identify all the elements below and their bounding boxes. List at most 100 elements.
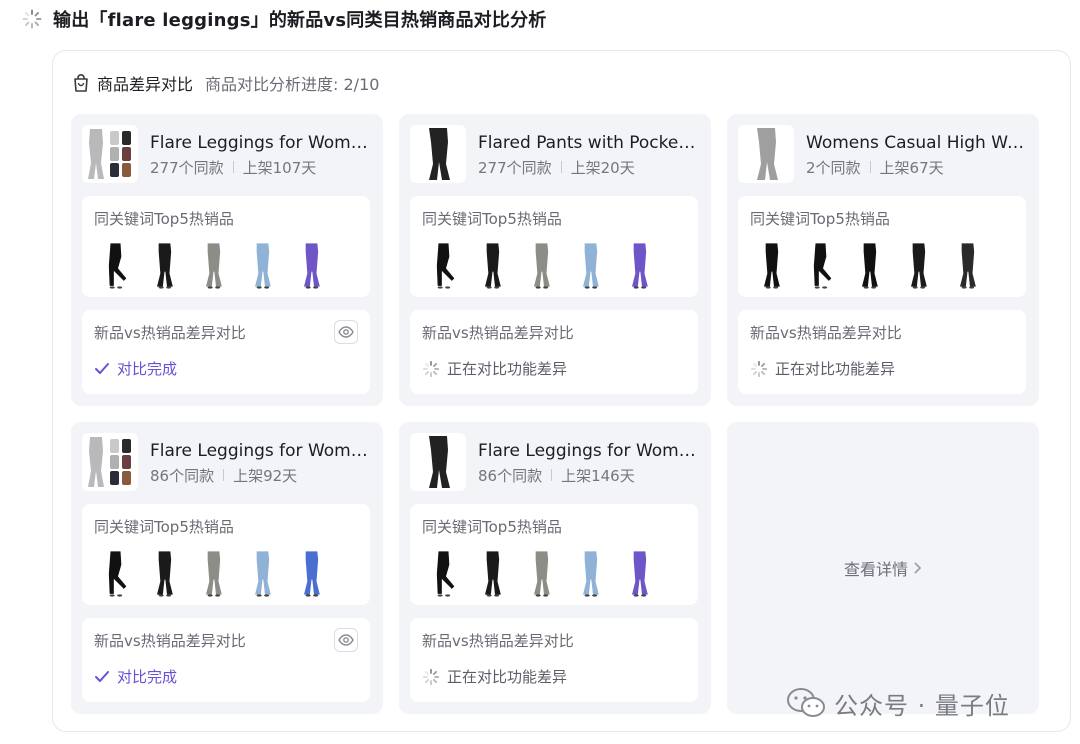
comparison-status: 对比完成 <box>94 358 177 379</box>
comparison-section-title: 新品vs热销品差异对比 <box>94 632 246 650</box>
wechat-icon <box>787 688 825 717</box>
product-summary: Flared Pants with Pockets for Women 277个… <box>410 124 701 184</box>
bestseller-thumbnail[interactable] <box>618 548 661 598</box>
loading-spinner-icon <box>422 360 440 377</box>
product-card[interactable]: Flare Leggings for Women Bootcut Yoga Pa… <box>71 422 383 714</box>
comparison-section: 新品vs热销品差异对比 对比完成 <box>82 310 370 394</box>
bestseller-thumbnail[interactable] <box>848 240 891 290</box>
meta-divider <box>560 161 562 173</box>
comparison-status-text: 对比完成 <box>117 668 178 686</box>
product-name[interactable]: Flare Leggings for Women Crossover High … <box>478 439 701 463</box>
bestseller-thumbnail[interactable] <box>422 240 465 290</box>
product-card[interactable]: Womens Casual High Waisted Flare Pants 2… <box>727 114 1039 406</box>
comparison-section: 新品vs热销品差异对比 对比完成 <box>82 618 370 702</box>
task-header: 输出「flare leggings」的新品vs同类目热销商品对比分析 <box>22 6 546 32</box>
view-comparison-button[interactable] <box>334 320 358 344</box>
view-comparison-button[interactable] <box>334 628 358 652</box>
bestseller-thumbnail[interactable] <box>241 240 284 290</box>
days-listed: 上架20天 <box>570 158 635 177</box>
meta-divider <box>232 161 234 173</box>
product-meta: 2个同款 上架67天 <box>806 157 1029 178</box>
bestseller-thumbnails <box>94 240 333 290</box>
panel-header: 商品差异对比 商品对比分析进度: 2/10 <box>71 71 379 95</box>
details-card[interactable]: 查看详情 <box>727 422 1039 714</box>
bestseller-thumbnail[interactable] <box>94 548 137 598</box>
product-name[interactable]: Flared Pants with Pockets for Women <box>478 131 701 155</box>
comparison-section-title: 新品vs热销品差异对比 <box>422 324 574 342</box>
comparison-section-title: 新品vs热销品差异对比 <box>422 632 574 650</box>
bestseller-thumbnail[interactable] <box>143 548 186 598</box>
product-meta: 86个同款 上架92天 <box>150 465 373 486</box>
bestseller-thumbnails <box>750 240 989 290</box>
bestseller-thumbnail[interactable] <box>618 240 661 290</box>
days-listed: 上架146天 <box>561 466 635 485</box>
product-thumbnail[interactable] <box>410 433 466 491</box>
watermark: 公众号 · 量子位 <box>786 684 1010 722</box>
product-name[interactable]: Flare Leggings for Women Bootcut Yoga Pa… <box>150 439 373 463</box>
product-meta: 277个同款 上架107天 <box>150 157 373 178</box>
bestseller-thumbnail[interactable] <box>897 240 940 290</box>
product-name[interactable]: Womens Casual High Waisted Flare Pants <box>806 131 1029 155</box>
product-card[interactable]: Flared Pants with Pockets for Women 277个… <box>399 114 711 406</box>
product-summary: Flare Leggings for Women Crossover High … <box>410 432 701 492</box>
view-details-link[interactable]: 查看详情 <box>844 556 922 580</box>
comparison-section: 新品vs热销品差异对比 正在对比功能差异 <box>410 618 698 702</box>
panel-title: 商品差异对比 <box>97 75 194 94</box>
bestseller-thumbnail[interactable] <box>192 240 235 290</box>
bestseller-thumbnail[interactable] <box>471 240 514 290</box>
bestseller-thumbnail[interactable] <box>94 240 137 290</box>
same-style-count: 277个同款 <box>478 158 552 177</box>
product-name[interactable]: Flare Leggings for Women High Waisted Yo… <box>150 131 373 155</box>
check-icon <box>95 362 109 374</box>
task-title: 输出「flare leggings」的新品vs同类目热销商品对比分析 <box>53 10 547 31</box>
analysis-progress: 商品对比分析进度: 2/10 <box>205 75 380 94</box>
comparison-status-text: 正在对比功能差异 <box>447 360 568 378</box>
days-listed: 上架107天 <box>242 158 317 177</box>
product-thumbnail[interactable] <box>82 125 138 183</box>
bestseller-thumbnail[interactable] <box>569 240 612 290</box>
bestseller-thumbnails <box>422 548 661 598</box>
comparison-section-title: 新品vs热销品差异对比 <box>94 324 246 342</box>
bestseller-thumbnail[interactable] <box>520 548 563 598</box>
comparison-status: 正在对比功能差异 <box>422 666 567 687</box>
bestseller-thumbnail[interactable] <box>569 548 612 598</box>
comparison-section: 新品vs热销品差异对比 正在对比功能差异 <box>410 310 698 394</box>
eye-icon <box>338 634 354 646</box>
comparison-status-text: 正在对比功能差异 <box>447 668 568 686</box>
days-listed: 上架67天 <box>879 158 944 177</box>
bestseller-thumbnail[interactable] <box>946 240 989 290</box>
comparison-status: 对比完成 <box>94 666 177 687</box>
shopping-bag-icon <box>74 74 88 92</box>
product-card[interactable]: Flare Leggings for Women High Waisted Yo… <box>71 114 383 406</box>
bestseller-thumbnail[interactable] <box>422 548 465 598</box>
bestseller-thumbnail[interactable] <box>143 240 186 290</box>
product-thumbnail[interactable] <box>82 433 138 491</box>
meta-divider <box>869 161 871 173</box>
days-listed: 上架92天 <box>233 466 298 485</box>
bestseller-thumbnail[interactable] <box>799 240 842 290</box>
bestseller-thumbnail[interactable] <box>520 240 563 290</box>
product-thumbnail[interactable] <box>738 125 794 183</box>
meta-divider <box>223 469 225 481</box>
bestseller-thumbnail[interactable] <box>241 548 284 598</box>
bestseller-thumbnail[interactable] <box>290 548 333 598</box>
bestseller-thumbnail[interactable] <box>471 548 514 598</box>
comparison-status: 正在对比功能差异 <box>750 358 895 379</box>
same-style-count: 2个同款 <box>806 158 861 177</box>
view-details-label: 查看详情 <box>843 560 908 579</box>
product-meta: 86个同款 上架146天 <box>478 465 701 486</box>
loading-spinner-icon <box>422 668 440 685</box>
keyword-top5-section: 同关键词Top5热销品 <box>410 504 698 605</box>
chevron-right-icon <box>914 562 922 574</box>
product-meta: 277个同款 上架20天 <box>478 157 701 178</box>
product-card[interactable]: Flare Leggings for Women Crossover High … <box>399 422 711 714</box>
bestseller-thumbnail[interactable] <box>750 240 793 290</box>
comparison-panel: 商品差异对比 商品对比分析进度: 2/10 Flare Leggings for… <box>52 50 1071 732</box>
keyword-top5-section: 同关键词Top5热销品 <box>410 196 698 297</box>
bestseller-thumbnail[interactable] <box>192 548 235 598</box>
comparison-status-text: 对比完成 <box>117 360 178 378</box>
product-thumbnail[interactable] <box>410 125 466 183</box>
bestseller-thumbnail[interactable] <box>290 240 333 290</box>
keyword-section-title: 同关键词Top5热销品 <box>750 210 890 228</box>
keyword-section-title: 同关键词Top5热销品 <box>422 518 562 536</box>
